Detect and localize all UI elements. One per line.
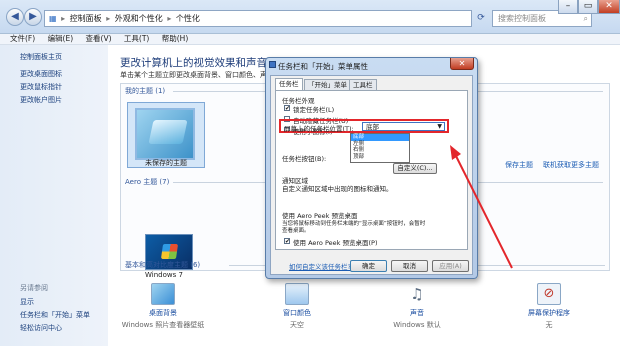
sound-icon: ♫ bbox=[410, 285, 424, 303]
personalization-window: ◀ ▶ ▦ ▸ 控制面板 ▸ 外观和个性化 ▸ 个性化 ⟳ 搜索控制面板 ⌕ – … bbox=[0, 0, 620, 346]
see-also-heading: 另请参阅 bbox=[20, 284, 48, 292]
forward-button[interactable]: ▶ bbox=[24, 8, 42, 26]
customize-taskbar-help-link[interactable]: 如何自定义该任务栏? bbox=[289, 261, 351, 271]
sidebar-home-link[interactable]: 控制面板主页 bbox=[20, 52, 62, 62]
window-color-icon bbox=[285, 283, 309, 305]
sidebar-link-desktop-icons[interactable]: 更改桌面图标 bbox=[20, 69, 62, 79]
taskbar-properties-dialog: 任务栏和「开始」菜单属性 ✕ 任务栏 「开始」菜单 工具栏 任务栏外观 ✔ 锁定… bbox=[265, 57, 478, 279]
breadcrumb-item[interactable]: 控制面板 bbox=[70, 14, 102, 23]
lock-taskbar-label: 锁定任务栏(L) bbox=[293, 106, 335, 114]
control-panel-icon: ▦ bbox=[49, 14, 57, 23]
menu-view[interactable]: 查看(V) bbox=[86, 34, 112, 44]
theme-windows7-label: Windows 7 bbox=[145, 271, 183, 279]
breadcrumb-item[interactable]: 个性化 bbox=[176, 14, 200, 23]
save-theme-link[interactable]: 保存主题 bbox=[505, 160, 533, 170]
tab-start-menu[interactable]: 「开始」菜单 bbox=[304, 79, 351, 90]
taskbar-buttons-label: 任务栏按钮(B): bbox=[282, 155, 327, 163]
page-description: 单击某个主题立即更改桌面背景、窗口颜色、声音和 bbox=[120, 71, 281, 79]
ok-button[interactable]: 确定 bbox=[350, 260, 387, 272]
see-also-ease-of-access[interactable]: 轻松访问中心 bbox=[20, 323, 62, 333]
position-highlight: 屏幕上的任务栏位置(T): 底部 ▼ bbox=[279, 119, 449, 133]
aero-themes-heading: Aero 主题 (7) bbox=[125, 178, 170, 186]
cancel-button[interactable]: 取消 bbox=[391, 260, 428, 272]
customize-button[interactable]: 自定义(C)... bbox=[393, 163, 437, 174]
screensaver-link[interactable]: ⊘ 屏幕保护程序 无 bbox=[504, 283, 594, 330]
back-arrow-icon: ◀ bbox=[11, 11, 19, 22]
see-also-taskbar[interactable]: 任务栏和「开始」菜单 bbox=[20, 310, 90, 320]
dialog-close-button[interactable]: ✕ bbox=[450, 58, 474, 70]
page-title: 更改计算机上的视觉效果和声音 bbox=[120, 57, 267, 69]
window-color-link[interactable]: 窗口颜色 天空 bbox=[252, 283, 342, 330]
menu-edit[interactable]: 编辑(E) bbox=[48, 34, 74, 44]
forward-arrow-icon: ▶ bbox=[29, 11, 37, 22]
apply-button[interactable]: 应用(A) bbox=[432, 260, 469, 272]
tab-toolbars[interactable]: 工具栏 bbox=[349, 79, 377, 90]
see-also-display[interactable]: 显示 bbox=[20, 297, 34, 307]
close-button[interactable]: ✕ bbox=[598, 0, 620, 14]
dialog-app-icon bbox=[269, 61, 276, 68]
address-bar[interactable]: ▦ ▸ 控制面板 ▸ 外观和个性化 ▸ 个性化 bbox=[44, 10, 472, 27]
back-button[interactable]: ◀ bbox=[6, 8, 24, 26]
dropdown-arrow-icon: ▼ bbox=[437, 123, 442, 130]
title-bar: ◀ ▶ ▦ ▸ 控制面板 ▸ 外观和个性化 ▸ 个性化 ⟳ 搜索控制面板 ⌕ – … bbox=[0, 0, 620, 34]
screensaver-icon: ⊘ bbox=[537, 283, 561, 305]
taskbar-position-select[interactable]: 底部 ▼ bbox=[362, 122, 445, 131]
notification-area-description: 自定义通知区域中出现的图标和通知。 bbox=[282, 185, 393, 193]
sound-link[interactable]: ♫ 声音 Windows 默认 bbox=[372, 283, 462, 330]
theme-thumbnail bbox=[135, 108, 195, 160]
get-more-themes-link[interactable]: 联机获取更多主题 bbox=[543, 160, 599, 170]
menu-help[interactable]: 帮助(H) bbox=[162, 34, 189, 44]
sidebar: 控制面板主页 更改桌面图标 更改鼠标指针 更改帐户图片 另请参阅 显示 任务栏和… bbox=[0, 45, 108, 346]
taskbar-tab-page: 任务栏外观 ✔ 锁定任务栏(L) 自动隐藏任务栏(U) 使用小图标(I) 任务栏… bbox=[275, 90, 468, 250]
aero-peek-description-2: 查看桌面。 bbox=[282, 228, 310, 234]
my-themes-heading: 我的主题 (1) bbox=[125, 87, 166, 95]
dialog-body: 任务栏 「开始」菜单 工具栏 任务栏外观 ✔ 锁定任务栏(L) 自动隐藏任务栏(… bbox=[270, 75, 473, 275]
desktop-background-icon bbox=[151, 283, 175, 305]
breadcrumb-item[interactable]: 外观和个性化 bbox=[115, 14, 163, 23]
refresh-button[interactable]: ⟳ bbox=[474, 11, 488, 26]
theme-unsaved-label: 未保存的主题 bbox=[145, 159, 187, 167]
aero-peek-checkbox[interactable]: ✔ bbox=[284, 238, 290, 245]
dialog-title: 任务栏和「开始」菜单属性 bbox=[278, 62, 368, 71]
lock-taskbar-checkbox[interactable]: ✔ bbox=[284, 105, 290, 112]
maximize-button[interactable]: ▭ bbox=[578, 0, 598, 14]
tab-taskbar[interactable]: 任务栏 bbox=[275, 78, 303, 90]
sidebar-link-mouse-pointer[interactable]: 更改鼠标指针 bbox=[20, 82, 62, 92]
aero-peek-checkbox-label: 使用 Aero Peek 预览桌面(P) bbox=[293, 239, 378, 247]
menu-tools[interactable]: 工具(T) bbox=[124, 34, 149, 44]
taskbar-position-label: 屏幕上的任务栏位置(T): bbox=[284, 125, 354, 133]
minimize-button[interactable]: – bbox=[558, 0, 578, 14]
menu-file[interactable]: 文件(F) bbox=[10, 34, 35, 44]
sidebar-link-account-picture[interactable]: 更改帐户图片 bbox=[20, 95, 62, 105]
basic-themes-heading: 基本和高对比度主题 (6) bbox=[125, 261, 201, 269]
refresh-icon: ⟳ bbox=[477, 13, 485, 23]
desktop-background-link[interactable]: 桌面背景 Windows 照片查看器壁纸 bbox=[118, 283, 208, 330]
menu-bar: 文件(F) 编辑(E) 查看(V) 工具(T) 帮助(H) bbox=[0, 34, 620, 45]
position-dropdown-list: 底部 左侧 右侧 顶部 bbox=[350, 133, 410, 163]
position-option[interactable]: 顶部 bbox=[351, 154, 409, 161]
